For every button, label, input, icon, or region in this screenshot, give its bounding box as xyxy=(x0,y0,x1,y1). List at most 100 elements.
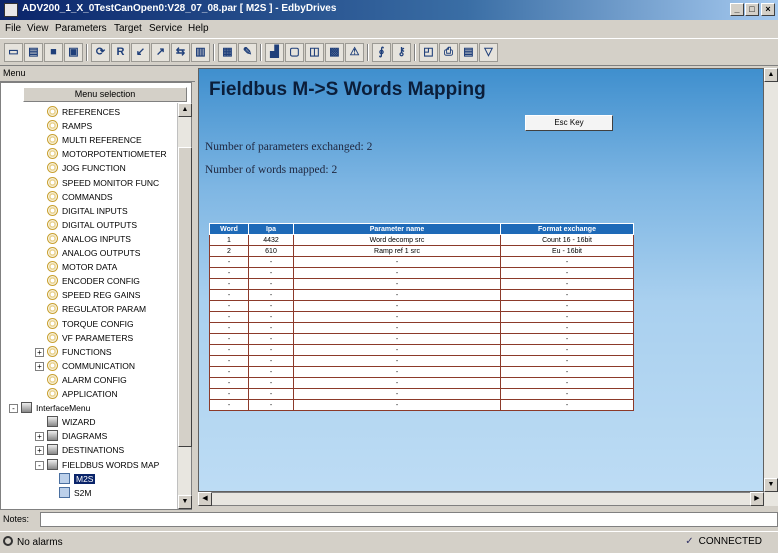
tree-item[interactable]: VF PARAMETERS xyxy=(47,331,133,345)
cell-parameter-name[interactable]: - xyxy=(293,377,501,389)
cell-ipa[interactable]: - xyxy=(248,322,294,334)
cell-word[interactable]: - xyxy=(209,311,249,323)
print-preview-icon[interactable]: ◰ xyxy=(419,43,438,62)
cell-parameter-name[interactable]: - xyxy=(293,355,501,367)
cell-ipa[interactable]: - xyxy=(248,377,294,389)
close-button[interactable]: × xyxy=(761,3,775,16)
minimize-button[interactable]: _ xyxy=(730,3,744,16)
table-row[interactable]: ---- xyxy=(209,366,634,378)
cell-format-exchange[interactable]: - xyxy=(500,344,634,356)
cell-format-exchange[interactable]: - xyxy=(500,289,634,301)
cell-format-exchange[interactable]: - xyxy=(500,377,634,389)
tree-item[interactable]: M2S xyxy=(59,472,96,486)
cell-word[interactable]: - xyxy=(209,377,249,389)
key-icon[interactable]: ⚷ xyxy=(392,43,411,62)
cell-parameter-name[interactable]: - xyxy=(293,388,501,400)
menu-service[interactable]: Service xyxy=(149,23,182,34)
table-row[interactable]: ---- xyxy=(209,377,634,389)
table-row[interactable]: ---- xyxy=(209,300,634,312)
cell-word[interactable]: - xyxy=(209,256,249,268)
save-as-icon[interactable]: ▣ xyxy=(64,43,83,62)
tree-item[interactable]: FUNCTIONS xyxy=(47,345,112,359)
scroll-down-icon[interactable]: ▼ xyxy=(764,478,778,492)
scroll-up-icon[interactable]: ▲ xyxy=(764,68,778,82)
tree-item[interactable]: InterfaceMenu xyxy=(21,402,90,415)
table-row[interactable]: ---- xyxy=(209,289,634,301)
cell-ipa[interactable]: - xyxy=(248,278,294,290)
cell-parameter-name[interactable]: - xyxy=(293,300,501,312)
scroll-up-icon[interactable]: ▲ xyxy=(178,103,192,117)
cell-word[interactable]: - xyxy=(209,289,249,301)
tree-item[interactable]: MOTORPOTENTIOMETER xyxy=(47,148,167,161)
print-icon[interactable]: ⎙ xyxy=(439,43,458,62)
tree-item[interactable]: REGULATOR PARAM xyxy=(47,303,146,316)
tree-item[interactable]: MULTI REFERENCE xyxy=(47,134,142,147)
options-icon[interactable]: ▤ xyxy=(459,43,478,62)
cell-ipa[interactable]: 610 xyxy=(248,245,294,257)
table-row[interactable]: ---- xyxy=(209,355,634,367)
menu-view[interactable]: View xyxy=(27,23,49,34)
tree-item[interactable]: DIGITAL INPUTS xyxy=(47,204,128,218)
table-row[interactable]: ---- xyxy=(209,311,634,323)
cell-ipa[interactable]: - xyxy=(248,300,294,312)
cell-word[interactable]: - xyxy=(209,300,249,312)
expand-icon[interactable]: + xyxy=(35,432,44,442)
cell-format-exchange[interactable]: Eu - 16bit xyxy=(500,245,634,257)
table-row[interactable]: ---- xyxy=(209,333,634,345)
cell-parameter-name[interactable]: Ramp ref 1 src xyxy=(293,245,501,257)
cell-word[interactable]: - xyxy=(209,366,249,378)
read-icon[interactable]: ↙ xyxy=(131,43,150,62)
scope-icon[interactable]: ◫ xyxy=(305,43,324,62)
tree-item[interactable]: COMMUNICATION xyxy=(47,359,135,373)
cell-format-exchange[interactable]: - xyxy=(500,399,634,411)
menu-help[interactable]: Help xyxy=(188,23,209,34)
tools-icon[interactable]: ✎ xyxy=(238,43,257,62)
cell-word[interactable]: - xyxy=(209,344,249,356)
cell-word[interactable]: - xyxy=(209,388,249,400)
save-icon[interactable]: ■ xyxy=(44,43,63,62)
tree-item[interactable]: ANALOG OUTPUTS xyxy=(47,247,140,260)
notes-field[interactable] xyxy=(40,512,778,527)
cell-ipa[interactable]: - xyxy=(248,311,294,323)
cell-parameter-name[interactable]: - xyxy=(293,366,501,378)
cell-word[interactable]: - xyxy=(209,399,249,411)
tree-item[interactable]: RAMPS xyxy=(47,120,92,133)
tree-item[interactable]: SPEED MONITOR FUNC xyxy=(47,176,159,190)
expand-icon[interactable]: + xyxy=(35,446,44,456)
scroll-down-icon[interactable]: ▼ xyxy=(178,495,192,509)
scroll-thumb[interactable] xyxy=(178,147,192,447)
table-row[interactable]: 2 610 Ramp ref 1 src Eu - 16bit xyxy=(209,245,634,257)
tree-item[interactable]: COMMANDS xyxy=(47,190,113,204)
main-scrollbar[interactable]: ▲ ▼ xyxy=(764,68,778,506)
cell-parameter-name[interactable]: - xyxy=(293,344,501,356)
tree-item[interactable]: ALARM CONFIG xyxy=(47,373,127,387)
table-row[interactable]: ---- xyxy=(209,388,634,400)
write-icon[interactable]: ↗ xyxy=(151,43,170,62)
cell-ipa[interactable]: - xyxy=(248,333,294,345)
cell-format-exchange[interactable]: - xyxy=(500,267,634,279)
tree-item[interactable]: ENCODER CONFIG xyxy=(47,275,140,288)
cell-format-exchange[interactable]: - xyxy=(500,388,634,400)
cell-ipa[interactable]: - xyxy=(248,344,294,356)
tree-item[interactable]: S2M xyxy=(59,486,91,500)
menu-file[interactable]: File xyxy=(5,23,21,34)
tree-item[interactable]: JOG FUNCTION xyxy=(47,162,126,175)
cell-parameter-name[interactable]: - xyxy=(293,311,501,323)
cell-parameter-name[interactable]: - xyxy=(293,278,501,290)
link-icon[interactable]: ∮ xyxy=(372,43,391,62)
cell-ipa[interactable]: - xyxy=(248,366,294,378)
maximize-button[interactable]: □ xyxy=(745,3,759,16)
scroll-right-icon[interactable]: ▶ xyxy=(750,492,764,506)
open-folder-icon[interactable]: ▤ xyxy=(24,43,43,62)
table-row[interactable]: ---- xyxy=(209,344,634,356)
esc-key-button[interactable]: Esc Key xyxy=(525,115,613,131)
cell-ipa[interactable]: - xyxy=(248,267,294,279)
new-file-icon[interactable]: ▭ xyxy=(4,43,23,62)
cell-word[interactable]: 1 xyxy=(209,234,249,246)
monitor-icon[interactable]: ▢ xyxy=(285,43,304,62)
warning-icon[interactable]: ⚠ xyxy=(345,43,364,62)
database-icon[interactable]: ▥ xyxy=(191,43,210,62)
cell-word[interactable]: - xyxy=(209,355,249,367)
refresh-icon[interactable]: ⟳ xyxy=(91,43,110,62)
cell-ipa[interactable]: - xyxy=(248,355,294,367)
